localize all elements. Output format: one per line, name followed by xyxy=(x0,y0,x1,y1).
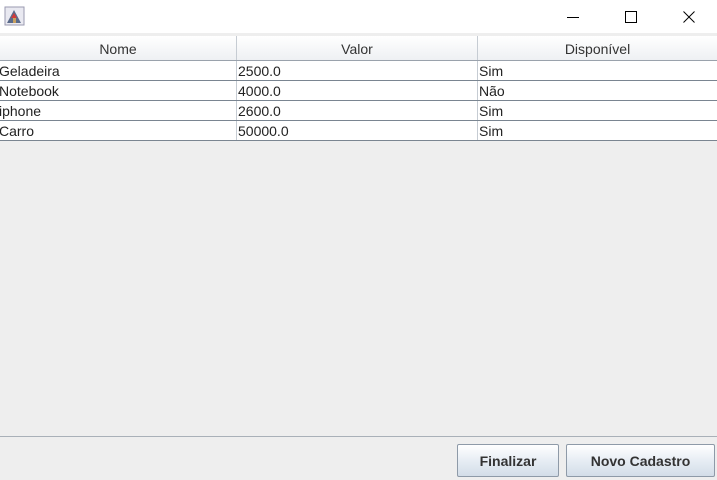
bottom-divider xyxy=(0,436,717,437)
cell-disponivel[interactable]: Sim xyxy=(477,61,717,80)
cell-valor[interactable]: 4000.0 xyxy=(236,81,477,100)
close-button[interactable] xyxy=(660,0,717,33)
table-header: Nome Valor Disponível xyxy=(0,36,717,61)
java-app-icon[interactable] xyxy=(4,6,25,26)
cell-valor[interactable]: 50000.0 xyxy=(236,121,477,140)
cell-valor[interactable]: 2600.0 xyxy=(236,101,477,120)
cell-valor[interactable]: 2500.0 xyxy=(236,61,477,80)
cell-disponivel[interactable]: Sim xyxy=(477,121,717,140)
table-row[interactable]: Geladeira 2500.0 Sim xyxy=(0,61,717,81)
table-row[interactable]: Notebook 4000.0 Não xyxy=(0,81,717,101)
cell-nome[interactable]: Notebook xyxy=(0,81,236,100)
column-header-nome[interactable]: Nome xyxy=(0,36,237,60)
products-table[interactable]: Nome Valor Disponível Geladeira 2500.0 S… xyxy=(0,36,717,141)
title-bar[interactable] xyxy=(0,0,717,33)
maximize-icon xyxy=(625,10,637,23)
close-icon xyxy=(683,10,695,23)
finalizar-button[interactable]: Finalizar xyxy=(457,444,559,477)
table-row[interactable]: iphone 2600.0 Sim xyxy=(0,101,717,121)
cell-nome[interactable]: Carro xyxy=(0,121,236,140)
column-header-valor[interactable]: Valor xyxy=(237,36,478,60)
app-window: Nome Valor Disponível Geladeira 2500.0 S… xyxy=(0,0,717,480)
table-row[interactable]: Carro 50000.0 Sim xyxy=(0,121,717,141)
maximize-button[interactable] xyxy=(602,0,660,33)
cell-disponivel[interactable]: Não xyxy=(477,81,717,100)
novo-cadastro-button[interactable]: Novo Cadastro xyxy=(566,444,715,477)
cell-nome[interactable]: iphone xyxy=(0,101,236,120)
cell-nome[interactable]: Geladeira xyxy=(0,61,236,80)
minimize-icon xyxy=(567,16,579,18)
column-header-disponivel[interactable]: Disponível xyxy=(478,36,717,60)
minimize-button[interactable] xyxy=(544,0,602,33)
cell-disponivel[interactable]: Sim xyxy=(477,101,717,120)
